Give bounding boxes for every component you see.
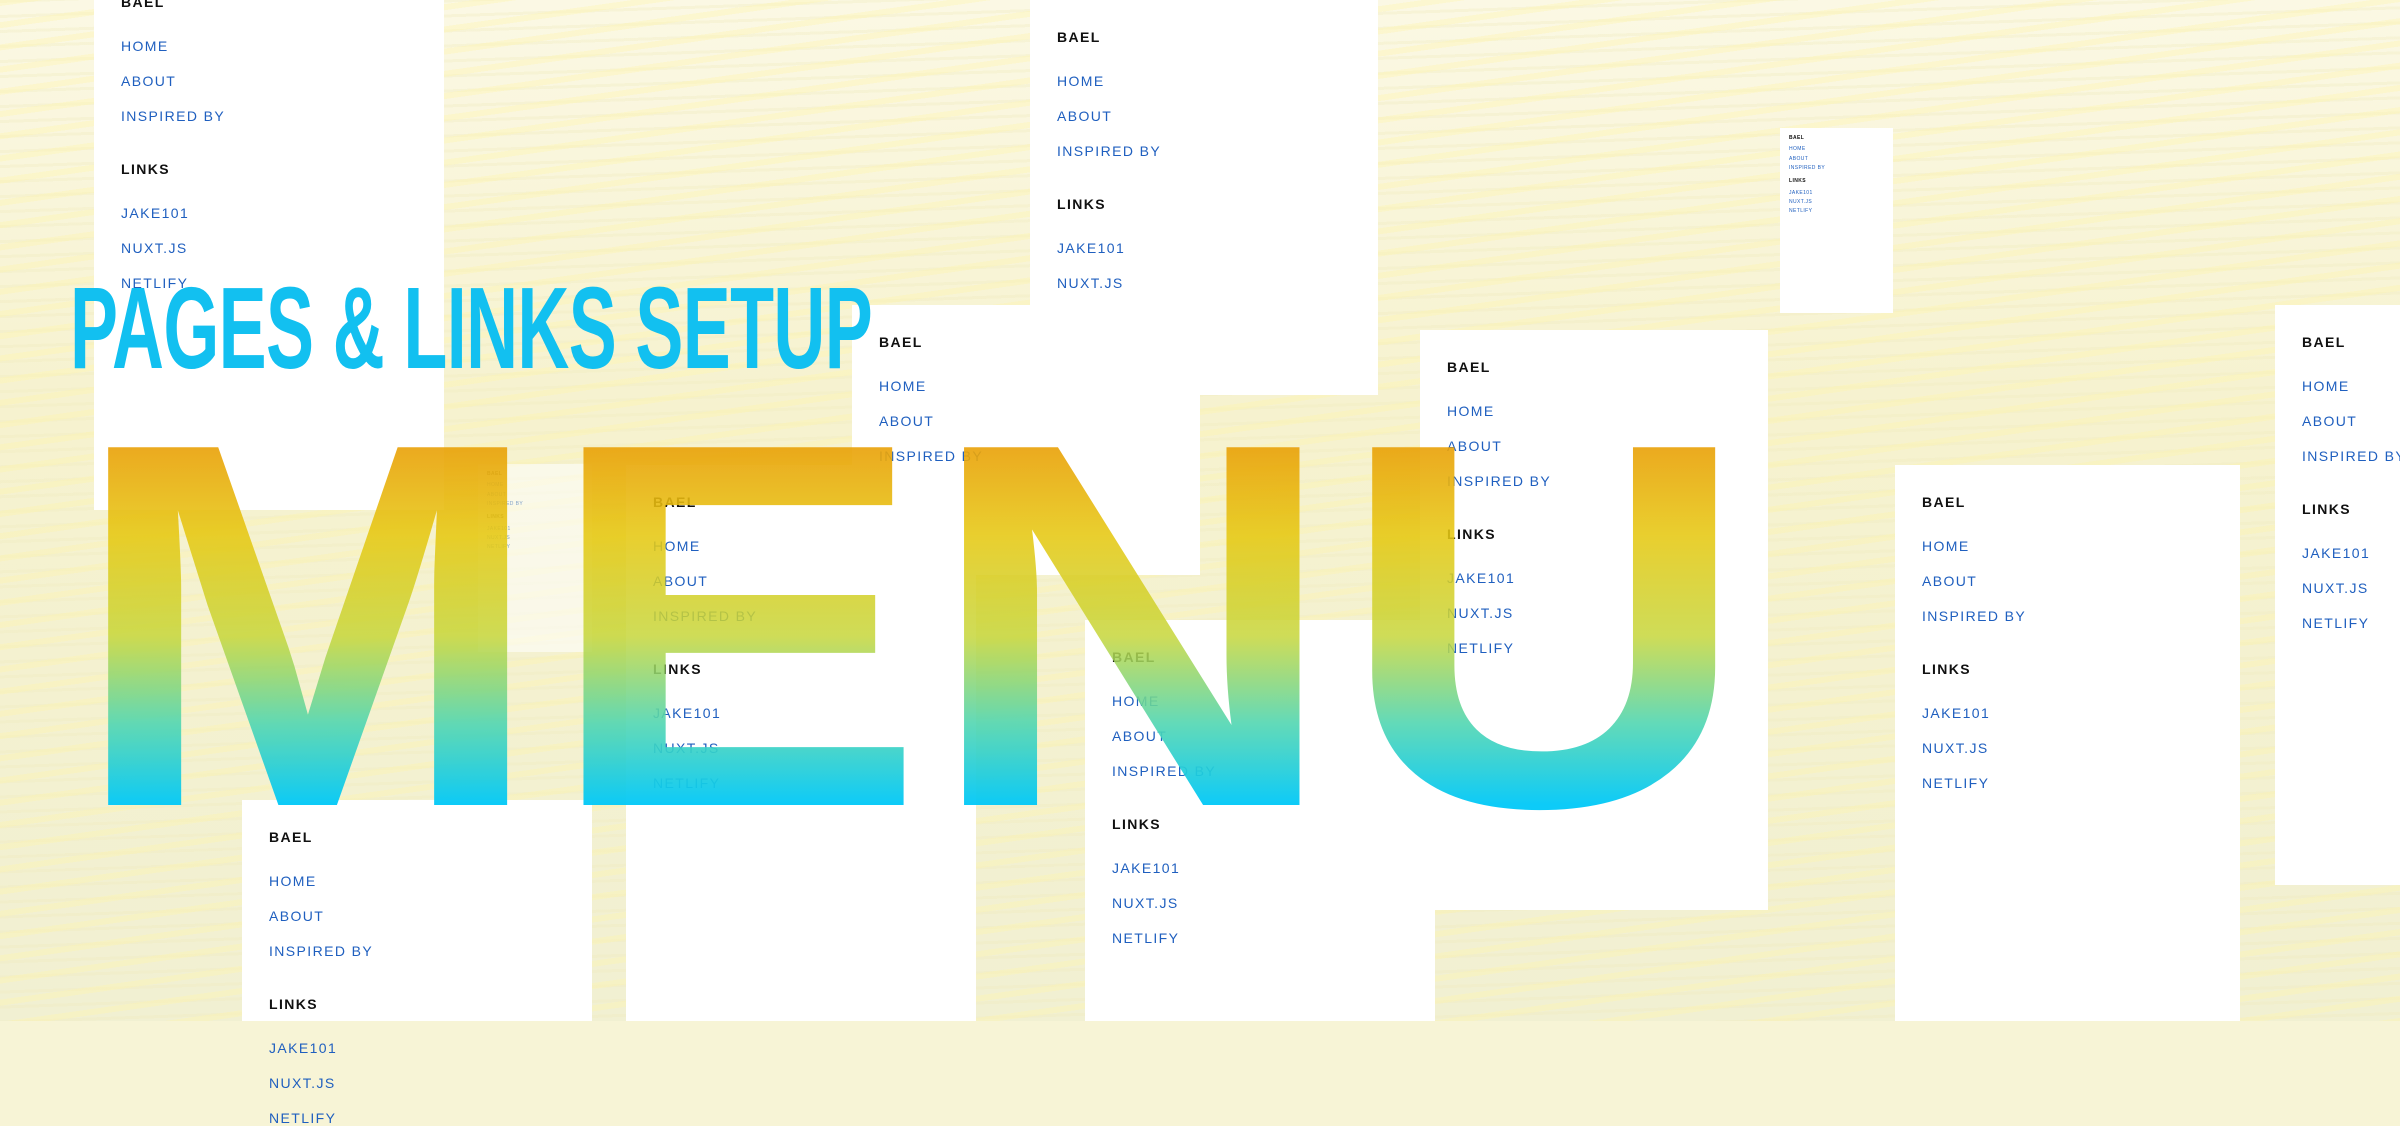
external-link-jake101[interactable]: JAKE101 bbox=[269, 1041, 337, 1055]
external-link-netlify[interactable]: NETLIFY bbox=[269, 1111, 336, 1125]
menu-big-word: MENU bbox=[70, 335, 1750, 916]
menu-word-text: MENU bbox=[70, 335, 1750, 916]
external-link-nuxtjs[interactable]: NUXT.JS bbox=[269, 1076, 336, 1090]
